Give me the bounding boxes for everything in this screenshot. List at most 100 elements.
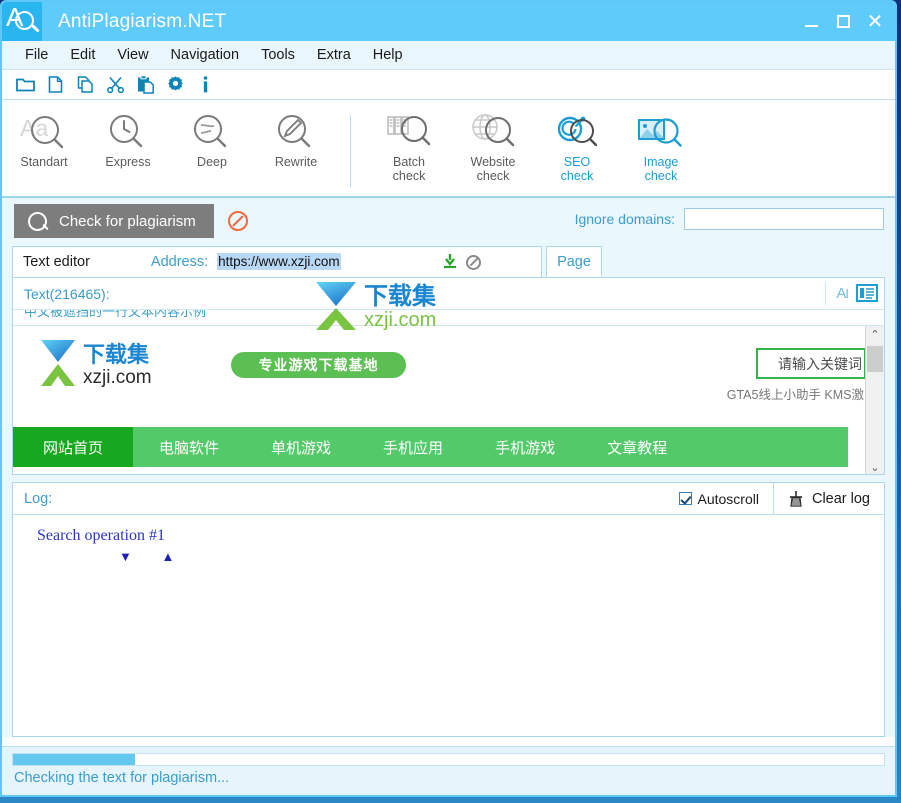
copy-icon[interactable]	[76, 75, 95, 94]
paste-icon[interactable]	[136, 75, 155, 94]
menu-item-edit[interactable]: Edit	[61, 44, 104, 66]
text-editor-title: Text editor	[23, 254, 90, 270]
seo-magnifier-icon	[549, 110, 605, 152]
mode-website-check[interactable]: Website check	[451, 106, 535, 183]
check-bar: Check for plagiarism Ignore domains:	[2, 198, 895, 244]
menu-item-view[interactable]: View	[108, 44, 157, 66]
list-view-icon[interactable]	[856, 284, 878, 302]
window-controls: ✕	[797, 2, 889, 41]
site-nav-item-mobile-apps[interactable]: 手机应用	[357, 427, 469, 467]
mode-deep[interactable]: Deep	[170, 106, 254, 169]
gear-icon[interactable]	[166, 75, 185, 94]
log-entry-markers: ▼ ▲	[119, 549, 188, 564]
ai-text-cursor-icon[interactable]: AI	[836, 285, 849, 302]
log-body: Search operation #1 ▼ ▲	[13, 515, 884, 564]
svg-text:下载集: 下载集	[83, 342, 150, 367]
mode-deep-label: Deep	[197, 155, 227, 169]
text-editor-panel-header: Text editor Address: https://www.xzji.co…	[12, 246, 542, 277]
log-label: Log:	[24, 490, 53, 507]
site-header: 下载集 xzji.com 专业游戏下载基地 请输入关键词 GTA5线上小助手 K…	[13, 326, 866, 402]
log-header: Log: Autoscroll Clear log	[13, 483, 884, 515]
site-search-placeholder: 请输入关键词	[778, 355, 862, 372]
address-input[interactable]: https://www.xzji.com	[216, 251, 430, 273]
mode-seo-check[interactable]: SEO check	[535, 106, 619, 183]
site-hotwords: GTA5线上小助手 KMS激	[726, 388, 864, 402]
window-title: AntiPlagiarism.NET	[58, 10, 227, 32]
log-header-controls: Autoscroll Clear log	[665, 483, 885, 514]
mode-website-check-label: Website check	[470, 155, 516, 183]
mode-image-check[interactable]: Image check	[619, 106, 703, 183]
clock-magnifier-icon	[100, 110, 156, 152]
menu-item-file[interactable]: File	[16, 44, 57, 66]
desktop-background: A AntiPlagiarism.NET ✕ File Edit View Na…	[0, 0, 901, 803]
cut-scissors-icon[interactable]	[106, 75, 125, 94]
open-folder-icon[interactable]	[16, 75, 35, 94]
page-preview: 下载集 xzji.com 专业游戏下载基地 请输入关键词 GTA5线上小助手 K…	[13, 326, 884, 474]
autoscroll-checkbox-group[interactable]: Autoscroll	[665, 483, 773, 514]
editor-header: Text editor Address: https://www.xzji.co…	[12, 244, 885, 277]
tab-page[interactable]: Page	[546, 246, 602, 277]
menu-item-tools[interactable]: Tools	[252, 44, 304, 66]
site-nav: 网站首页 电脑软件 单机游戏 手机应用 手机游戏 文章教程	[13, 427, 848, 467]
vertical-scroll-thumb[interactable]	[867, 346, 883, 372]
mode-batch-check[interactable]: Batch check	[367, 106, 451, 183]
stop-forbidden-icon[interactable]	[227, 211, 248, 231]
menu-item-navigation[interactable]: Navigation	[162, 44, 249, 66]
cancel-forbidden-icon[interactable]	[466, 254, 482, 270]
mode-express[interactable]: Express	[86, 106, 170, 169]
mode-rewrite[interactable]: Rewrite	[254, 106, 338, 169]
new-file-icon[interactable]	[46, 75, 65, 94]
ignore-domains-group: Ignore domains:	[575, 208, 884, 230]
site-badge: 专业游戏下载基地	[231, 352, 406, 378]
maximize-button[interactable]	[829, 7, 857, 37]
lines-magnifier-icon	[184, 110, 240, 152]
mode-express-label: Express	[105, 155, 151, 169]
mode-batch-check-label: Batch check	[392, 155, 426, 183]
site-nav-item-mobile-games[interactable]: 手机游戏	[469, 427, 581, 467]
minimize-button[interactable]	[797, 7, 825, 37]
mode-standart[interactable]: Aa Standart	[2, 106, 86, 169]
app-logo-icon: A	[2, 2, 42, 41]
ignore-domains-input[interactable]	[684, 208, 884, 230]
title-bar: A AntiPlagiarism.NET ✕	[2, 2, 895, 41]
mode-image-check-label: Image check	[643, 155, 679, 183]
check-for-plagiarism-button[interactable]: Check for plagiarism	[14, 204, 214, 238]
application-window: A AntiPlagiarism.NET ✕ File Edit View Na…	[0, 0, 897, 797]
preview-vertical-scrollbar[interactable]: ⌃ ⌄	[865, 326, 884, 474]
clear-log-button[interactable]: Clear log	[772, 483, 884, 514]
mode-standart-label: Standart	[20, 155, 68, 169]
menu-item-extra[interactable]: Extra	[308, 44, 360, 66]
image-magnifier-icon	[633, 110, 689, 152]
status-bar: Checking the text for plagiarism...	[2, 746, 895, 795]
check-for-plagiarism-label: Check for plagiarism	[59, 212, 196, 230]
log-entry: Search operation #1	[37, 527, 165, 544]
globe-magnifier-icon	[465, 110, 521, 152]
autoscroll-checkbox[interactable]	[678, 492, 692, 505]
site-nav-item-standalone-games[interactable]: 单机游戏	[245, 427, 357, 467]
editor-body: Text(216465): AI 中文被遮挡的一行文本内容示例 下载集 xzji…	[12, 277, 885, 475]
pencil-magnifier-icon	[268, 110, 324, 152]
address-value: https://www.xzji.com	[217, 252, 341, 270]
download-icon[interactable]	[442, 254, 458, 270]
menu-item-help[interactable]: Help	[364, 44, 412, 66]
address-label: Address:	[150, 254, 209, 270]
editor-view-tools: AI	[825, 281, 878, 305]
magnifier-icon	[28, 211, 47, 231]
aa-magnifier-icon: Aa	[16, 110, 72, 152]
chevron-down-icon[interactable]: ⌄	[866, 459, 884, 474]
logo-magnifier-handle	[31, 24, 40, 33]
site-nav-item-articles[interactable]: 文章教程	[581, 427, 693, 467]
close-button[interactable]: ✕	[861, 7, 889, 37]
badge-label: 专业游戏下载基地	[258, 357, 379, 373]
info-icon[interactable]	[196, 75, 215, 94]
clipped-source-text: 中文被遮挡的一行文本内容示例	[13, 310, 884, 326]
site-nav-item-pc-software[interactable]: 电脑软件	[133, 427, 245, 467]
site-search-input[interactable]: 请输入关键词	[756, 348, 866, 379]
editor-region: Text editor Address: https://www.xzji.co…	[2, 244, 895, 476]
text-counter-row: Text(216465): AI	[13, 278, 884, 310]
svg-text:xzji.com: xzji.com	[83, 367, 152, 388]
clear-log-label: Clear log	[811, 490, 870, 507]
site-nav-item-home[interactable]: 网站首页	[13, 427, 134, 467]
chevron-up-icon[interactable]: ⌃	[866, 326, 884, 343]
mode-toolbar: Aa Standart Express Deep Rewrite Batch c…	[2, 100, 895, 198]
